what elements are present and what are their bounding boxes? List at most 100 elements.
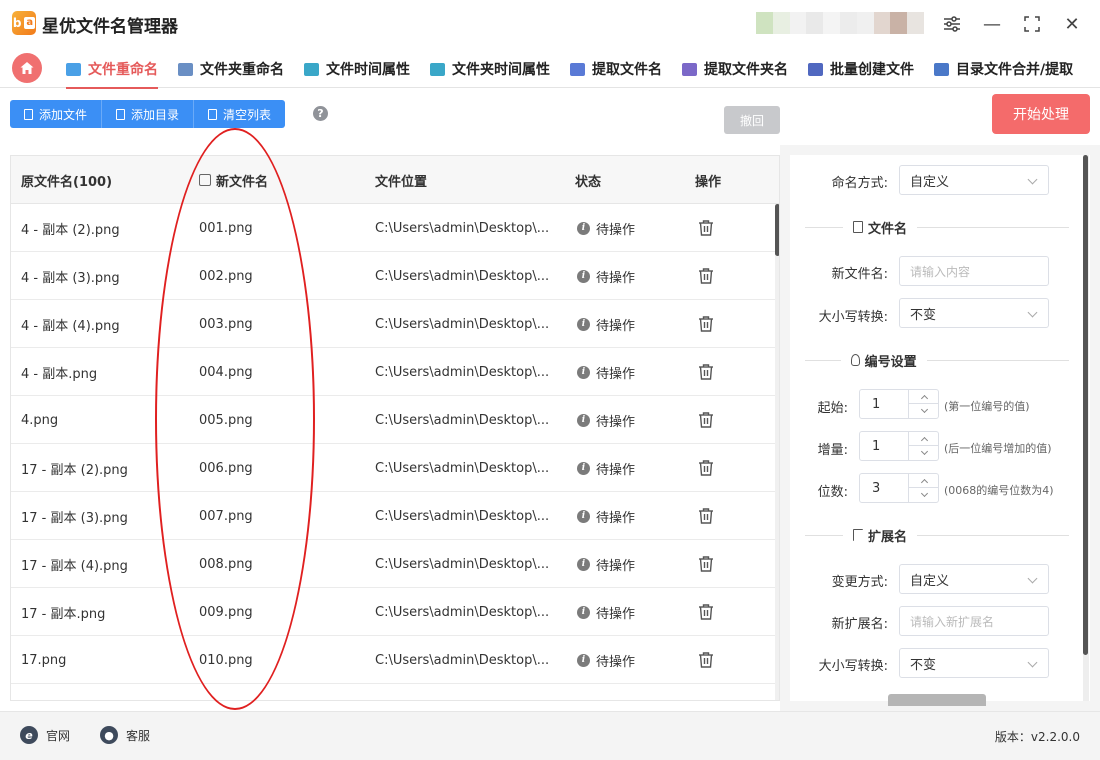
panel-hidden-button[interactable] <box>888 694 986 706</box>
table-row[interactable]: 4 - 副本 (4).png 003.png C:\Users\admin\Desk… <box>11 300 775 348</box>
cell-new-name: 005.png <box>199 412 253 428</box>
support-link[interactable]: ● 客服 <box>100 726 150 744</box>
increment-button[interactable] <box>909 474 939 488</box>
undo-button[interactable]: 撤回 <box>724 106 780 134</box>
cell-status: i 待操作 <box>577 252 635 300</box>
tab-merge-extract[interactable]: 目录文件合并/提取 <box>934 54 1073 84</box>
delete-trash-icon[interactable] <box>697 459 715 477</box>
table-row[interactable]: 4.png 005.png C:\Users\admin\Desktop\... i 待… <box>11 396 775 444</box>
help-icon[interactable]: ? <box>313 106 328 121</box>
header-status[interactable]: 状态 <box>575 156 601 204</box>
header-new-name[interactable]: 新文件名 <box>199 156 268 204</box>
stepper-arrows <box>908 432 939 460</box>
header-location[interactable]: 文件位置 <box>375 156 427 204</box>
info-icon: i <box>577 413 590 427</box>
tab-folder-time[interactable]: 文件夹时间属性 <box>430 54 550 84</box>
decrement-button[interactable] <box>909 404 939 418</box>
folder-rename-icon <box>178 62 193 76</box>
info-icon: i <box>577 269 590 283</box>
panel-scrollbar[interactable] <box>1083 155 1089 701</box>
header-original-name[interactable]: 原文件名(100) <box>21 156 112 204</box>
change-mode-select[interactable]: 自定义 <box>899 564 1049 594</box>
chevron-down-icon <box>1027 657 1038 668</box>
cell-status: i 待操作 <box>577 492 635 540</box>
table-row[interactable]: 17 - 副本.png 009.png C:\Users\admin\Desktop… <box>11 588 775 636</box>
table-row[interactable]: 17 - 副本 (2).png 006.png C:\Users\admin\Des… <box>11 444 775 492</box>
clear-list-button[interactable]: 清空列表 <box>194 100 286 128</box>
website-link[interactable]: e 官网 <box>20 726 70 744</box>
cell-status: i 待操作 <box>577 396 635 444</box>
info-icon: i <box>577 605 590 619</box>
case-conversion-select[interactable]: 不变 <box>899 298 1049 328</box>
button-label: 添加文件 <box>39 107 88 122</box>
extension-case-select[interactable]: 不变 <box>899 648 1049 678</box>
start-processing-button[interactable]: 开始处理 <box>992 94 1090 134</box>
maximize-icon[interactable] <box>1020 12 1044 36</box>
tab-batch-create[interactable]: 批量创建文件 <box>808 54 914 84</box>
cell-new-name: 003.png <box>199 316 253 332</box>
nav-bar: 文件重命名 文件夹重命名 文件时间属性 文件夹时间属性 提取文件名 提取文件夹名… <box>0 46 1100 89</box>
table-row[interactable]: 17.png 010.png C:\Users\admin\Desktop\... i… <box>11 636 775 684</box>
close-icon[interactable]: ✕ <box>1060 12 1084 36</box>
digits-hint: (0068的编号位数为4) <box>944 484 1054 497</box>
delete-trash-icon[interactable] <box>697 411 715 429</box>
app-logo-icon: ba <box>12 11 36 35</box>
user-avatar-blurred[interactable] <box>756 12 924 34</box>
delete-trash-icon[interactable] <box>697 315 715 333</box>
delete-trash-icon[interactable] <box>697 651 715 669</box>
home-button[interactable] <box>12 53 42 83</box>
cell-original-name: 17 - 副本 (4).png <box>21 558 128 574</box>
cell-location: C:\Users\admin\Desktop\... <box>375 412 550 428</box>
chat-icon: ● <box>100 726 118 744</box>
add-file-button[interactable]: 添加文件 <box>10 100 103 128</box>
settings-sliders-icon[interactable] <box>940 12 964 36</box>
table-row[interactable]: 4 - 副本.png 004.png C:\Users\admin\Desktop\… <box>11 348 775 396</box>
stepper-value: 1 <box>872 396 881 412</box>
section-title: 扩展名 <box>868 529 908 545</box>
cell-action <box>697 492 715 540</box>
add-directory-button[interactable]: 添加目录 <box>102 100 195 128</box>
table-row[interactable]: 17 - 副本 (3).png 007.png C:\Users\admin\Des… <box>11 492 775 540</box>
delete-trash-icon[interactable] <box>697 363 715 381</box>
tab-file-time[interactable]: 文件时间属性 <box>304 54 410 84</box>
new-name-input[interactable]: 请输入内容 <box>899 256 1049 286</box>
table-row[interactable]: 17 - 副本 (4).png 008.png C:\Users\admin\Des… <box>11 540 775 588</box>
app-logo-letter: a <box>24 17 36 29</box>
tab-label: 提取文件夹名 <box>704 62 788 78</box>
cell-new-name: 008.png <box>199 556 253 572</box>
delete-trash-icon[interactable] <box>697 219 715 237</box>
panel-scrollbar-thumb[interactable] <box>1083 155 1088 655</box>
increment-button[interactable] <box>909 390 939 404</box>
decrement-button[interactable] <box>909 446 939 460</box>
divider <box>805 534 843 536</box>
file-rename-icon <box>66 62 81 76</box>
link-label: 官网 <box>46 728 71 743</box>
header-label: 新文件名 <box>216 174 269 190</box>
increment-stepper[interactable]: 1 <box>859 431 939 461</box>
cell-location: C:\Users\admin\Desktop\... <box>375 220 550 236</box>
cell-location: C:\Users\admin\Desktop\... <box>375 652 550 668</box>
delete-trash-icon[interactable] <box>697 555 715 573</box>
start-number-stepper[interactable]: 1 <box>859 389 939 419</box>
stepper-value: 3 <box>872 480 881 496</box>
tab-extract-foldername[interactable]: 提取文件夹名 <box>682 54 788 84</box>
delete-trash-icon[interactable] <box>697 267 715 285</box>
tab-label: 文件夹时间属性 <box>452 62 550 78</box>
increment-button[interactable] <box>909 432 939 446</box>
tab-folder-rename[interactable]: 文件夹重命名 <box>178 54 284 84</box>
status-text: 待操作 <box>596 222 636 238</box>
cell-original-name: 4.png <box>21 412 59 428</box>
tab-file-rename[interactable]: 文件重命名 <box>66 54 158 89</box>
cell-original-name: 4 - 副本 (3).png <box>21 270 120 286</box>
table-row[interactable]: 4 - 副本 (3).png 002.png C:\Users\admin\Desk… <box>11 252 775 300</box>
tab-extract-filename[interactable]: 提取文件名 <box>570 54 662 84</box>
naming-mode-select[interactable]: 自定义 <box>899 165 1049 195</box>
digits-stepper[interactable]: 3 <box>859 473 939 503</box>
delete-trash-icon[interactable] <box>697 507 715 525</box>
table-row[interactable]: 4 - 副本 (2).png 001.png C:\Users\admin\Desk… <box>11 204 775 252</box>
decrement-button[interactable] <box>909 488 939 502</box>
minimize-icon[interactable]: — <box>980 12 1004 36</box>
new-extension-input[interactable]: 请输入新扩展名 <box>899 606 1049 636</box>
cell-new-name: 009.png <box>199 604 253 620</box>
delete-trash-icon[interactable] <box>697 603 715 621</box>
